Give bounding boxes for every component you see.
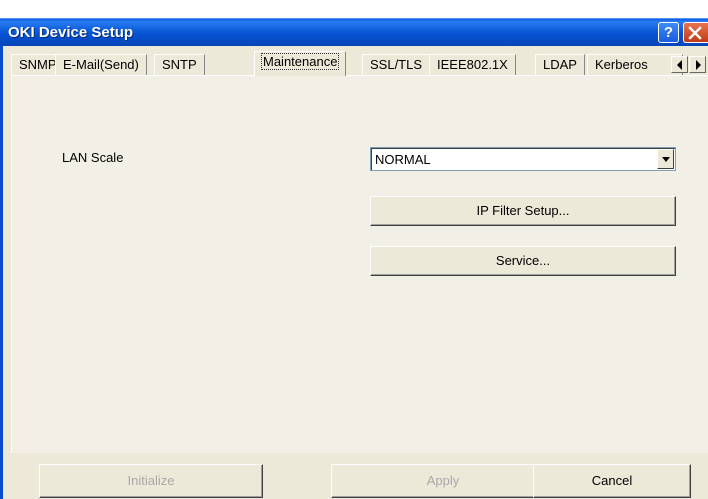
- triangle-left-icon: [677, 60, 682, 70]
- maintenance-tab-page: LAN Scale NORMAL IP Filter Setup... Serv…: [11, 75, 708, 453]
- tab-strip: SNMP E-Mail(Send) SNTP Maintenance SSL/T…: [11, 51, 708, 76]
- close-button[interactable]: [683, 22, 708, 43]
- tab-scroll-left-button[interactable]: [671, 56, 688, 73]
- ip-filter-setup-label: IP Filter Setup...: [476, 203, 570, 218]
- cancel-label: Cancel: [591, 473, 633, 488]
- cancel-button[interactable]: Cancel: [533, 464, 691, 498]
- tab-label: E-Mail(Send): [63, 57, 139, 72]
- apply-button[interactable]: Apply: [331, 464, 555, 498]
- dialog-body: SNMP E-Mail(Send) SNTP Maintenance SSL/T…: [0, 46, 708, 499]
- tab-sntp[interactable]: SNTP: [154, 54, 205, 75]
- tab-ssl-tls[interactable]: SSL/TLS: [362, 54, 431, 75]
- tab-scroll-right-button[interactable]: [689, 56, 706, 73]
- close-icon: [688, 26, 702, 40]
- tab-ldap[interactable]: LDAP: [535, 54, 585, 75]
- window-title: OKI Device Setup: [8, 24, 134, 41]
- tab-email-send[interactable]: E-Mail(Send): [55, 54, 147, 75]
- initialize-label: Initialize: [127, 473, 175, 488]
- title-bar[interactable]: OKI Device Setup ?: [0, 18, 708, 46]
- initialize-button[interactable]: Initialize: [39, 464, 263, 498]
- lan-scale-dropdown-button[interactable]: [657, 149, 674, 169]
- ip-filter-setup-button[interactable]: IP Filter Setup...: [370, 196, 676, 226]
- triangle-right-icon: [696, 60, 701, 70]
- triangle-down-icon: [662, 157, 670, 162]
- tab-label: SNMP: [19, 57, 57, 72]
- lan-scale-select[interactable]: NORMAL: [370, 147, 676, 171]
- help-icon: ?: [663, 24, 674, 41]
- apply-label: Apply: [426, 473, 460, 488]
- lan-scale-label: LAN Scale: [62, 150, 124, 165]
- tab-ieee8021x[interactable]: IEEE802.1X: [429, 54, 516, 75]
- service-button[interactable]: Service...: [370, 246, 676, 276]
- tab-label: IEEE802.1X: [437, 57, 508, 72]
- help-button[interactable]: ?: [658, 22, 679, 43]
- tab-kerberos[interactable]: Kerberos: [587, 54, 683, 75]
- tab-label: SSL/TLS: [370, 57, 423, 72]
- tab-label: LDAP: [543, 57, 577, 72]
- tab-maintenance[interactable]: Maintenance: [254, 51, 347, 76]
- tab-label: Maintenance: [260, 53, 340, 70]
- service-label: Service...: [495, 253, 551, 268]
- tab-label: SNTP: [162, 57, 197, 72]
- dialog-window: OKI Device Setup ? SNMP E-Mail(Send) SNT…: [0, 0, 708, 499]
- tab-label: Kerberos: [595, 57, 648, 72]
- lan-scale-value: NORMAL: [375, 152, 431, 167]
